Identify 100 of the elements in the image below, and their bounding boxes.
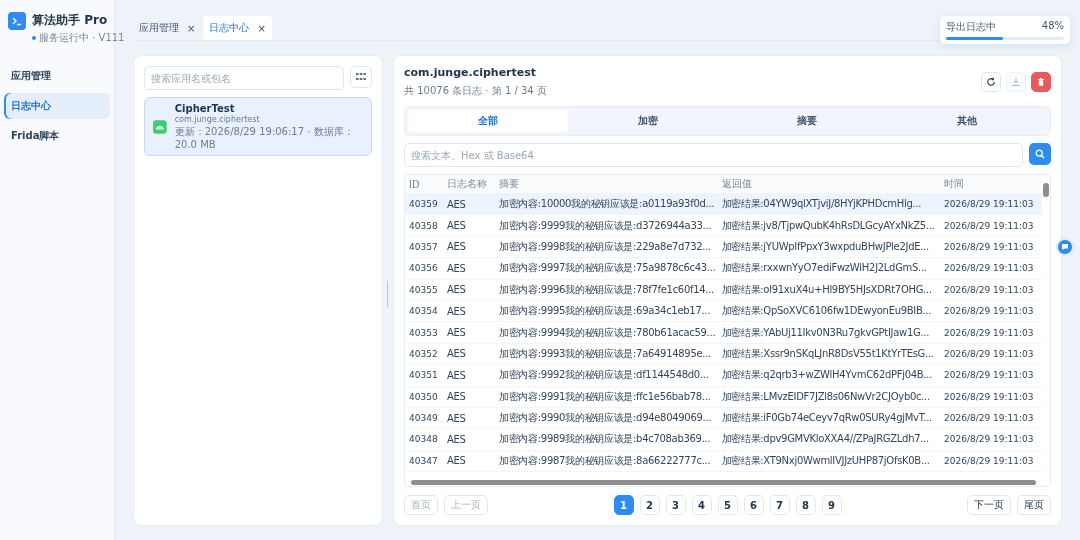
table-cell-text: 加密内容:10000我的秘钥应该是:a0119a93f0d... (498, 197, 716, 212)
column-header: 返回值 (720, 177, 753, 191)
table-cell-text: 加密内容:9995我的秘钥应该是:69a34c1eb17... (498, 304, 712, 319)
page-button[interactable]: 8 (795, 495, 816, 515)
table-row[interactable]: 40356 AES 加密内容:9997我的秘钥应该是:75a9878c6c43... 加密结果:rxxwnYyO7ediFwzWlH2J2LdGmS... 2026/8/29 19:11:03 (405, 258, 1042, 280)
table-cell-text: 40353 (408, 327, 439, 338)
table-cell-text: 加密内容:9999我的秘钥应该是:d3726944a33... (498, 218, 713, 233)
table-cell-text: 2026/8/29 19:11:03 (943, 284, 1035, 295)
app-item[interactable]: CipherTest com.junge.ciphertest 更新：2026/8/29 19:06:17 · 数据库：20.0 MB (144, 97, 372, 156)
package-title: com.junge.ciphertest (404, 66, 538, 79)
table-row[interactable]: 40348 AES 加密内容:9989我的秘钥应该是:b4c708ab369... 加密结果:dpv9GMVKloXXA4//ZPaJRGZLdh7... 2026/8/29 19:11:03 (405, 429, 1042, 451)
table-cell-text: AES (446, 455, 467, 467)
grid-view-icon[interactable] (350, 66, 372, 88)
table-cell-text: 加密内容:9997我的秘钥应该是:75a9878c6c43... (498, 261, 717, 276)
page-button[interactable]: 4 (691, 495, 712, 515)
package-name: com.junge.ciphertest (174, 115, 261, 124)
table-cell-text: AES (446, 412, 467, 424)
table-cell-text: AES (446, 369, 467, 381)
page-button[interactable]: 7 (769, 495, 790, 515)
tab[interactable]: 日志中心 × (203, 16, 272, 40)
page-button[interactable]: 2 (639, 495, 660, 515)
sidebar-item[interactable]: 日志中心 (4, 93, 110, 119)
table-cell-text: AES (446, 284, 467, 296)
table-cell-text: AES (446, 327, 467, 339)
table-cell-text: 加密内容:9996我的秘钥应该是:78f7fe1c60f14... (498, 282, 715, 297)
close-button[interactable]: × (257, 22, 266, 34)
table-cell-text: 加密结果:iF0Gb74eCeyv7qRw0SURy4gjMvT... (720, 411, 933, 426)
table-cell-text: 加密结果:dpv9GMVKloXXA4//ZPaJRGZLdh7... (720, 432, 930, 447)
table-cell-text: 加密结果:q2qrb3+wZWlH4YvmC62dPFj04B... (720, 368, 933, 383)
filter-tab[interactable]: 摘要 (727, 110, 888, 132)
table-cell-text: 加密内容:9989我的秘钥应该是:b4c708ab369... (498, 432, 712, 447)
table-cell-text: AES (446, 262, 467, 274)
table-cell-text: AES (446, 391, 467, 403)
table-row[interactable]: 40355 AES 加密内容:9996我的秘钥应该是:78f7fe1c60f14... 加密结果:ol91xuX4u+Hl9BY5HJsXDRt7OHG... 2026/8/29 19:11:03 (405, 279, 1042, 301)
table-cell-text: 加密结果:rxxwnYyO7ediFwzWlH2J2LdGmS... (720, 261, 928, 276)
page-button[interactable]: 6 (743, 495, 764, 515)
table-cell-text: 2026/8/29 19:11:03 (943, 370, 1035, 381)
filter-tab[interactable]: 其他 (887, 110, 1047, 132)
table-row[interactable]: 40347 AES 加密内容:9987我的秘钥应该是:8a66222777c... 加密结果:XT9Nxj0WwmlIVJJzUHP87jOfsK0B... 2026/8/29 19:11:03 (405, 450, 1042, 473)
table-row[interactable]: 40359 AES 加密内容:10000我的秘钥应该是:a0119a93f0d... 加密结果:04YW9qlXTjviJ/8HYjKPHDcmHlg... 2026/8/29 19:11:03 (405, 194, 1042, 216)
table-cell-text: 40352 (408, 348, 439, 359)
table-cell-text: 加密结果:YAbUj11Ikv0N3Ru7gkvGPtIJaw1G... (720, 325, 931, 340)
app-name: 算法助手 Pro (32, 12, 109, 29)
table-cell-text: 加密内容:9993我的秘钥应该是:7a64914895e... (498, 346, 712, 361)
table-cell-text: 40347 (408, 455, 439, 466)
table-cell-text: 2026/8/29 19:11:03 (943, 455, 1035, 466)
table-row[interactable]: 40357 AES 加密内容:9998我的秘钥应该是:229a8e7d732... 加密结果:jYUWpIfPpxY3wxpduBHwJPle2JdE... 2026/8/29 19:11:03 (405, 236, 1042, 259)
table-row[interactable]: 40349 AES 加密内容:9990我的秘钥应该是:d94e8049069... 加密结果:iF0Gb74eCeyv7qRw0SURy4gjMvT... 2026/8/29 19:11:03 (405, 407, 1042, 430)
filter-tab[interactable]: 加密 (567, 110, 728, 132)
app-title: CipherTest (174, 103, 235, 114)
table-cell-text: 40359 (408, 199, 439, 210)
page-button[interactable]: 3 (665, 495, 686, 515)
table-cell-text: 40348 (408, 434, 439, 445)
table-cell-text: 2026/8/29 19:11:03 (943, 348, 1035, 359)
table-cell-text: 40358 (408, 220, 439, 231)
delete-button[interactable] (1031, 72, 1051, 92)
table-cell-text: 加密内容:9994我的秘钥应该是:780b61acac59... (498, 325, 717, 340)
table-row[interactable]: 40352 AES 加密内容:9993我的秘钥应该是:7a64914895e... 加密结果:Xssr9nSKqLJnR8DsV55t1KtYrTEsG... 2026/8/29 19:11:03 (405, 343, 1042, 366)
chat-float-button[interactable] (1058, 240, 1072, 254)
tab[interactable]: 应用管理 × (133, 16, 202, 40)
app-search-field[interactable]: 搜索应用名或包名 (144, 66, 344, 90)
search-button[interactable] (1029, 143, 1051, 165)
service-status: 服务运行中 · V111 (39, 31, 125, 45)
page-button[interactable]: 5 (717, 495, 738, 515)
table-cell-text: AES (446, 305, 467, 317)
log-summary: 共 10076 条日志 · 第 1 / 34 页 (404, 84, 547, 98)
last-page-button[interactable]: 尾页 (1017, 495, 1051, 515)
table-row[interactable]: 40351 AES 加密内容:9992我的秘钥应该是:df1144548d0... 加密结果:q2qrb3+wZWlH4YvmC62dPFj04B... 2026/8/29 19:11:03 (405, 365, 1042, 387)
table-cell-text: 40355 (408, 284, 439, 295)
table-row[interactable]: 40354 AES 加密内容:9995我的秘钥应该是:69a34c1eb17... 加密结果:QpSoXVC6106fw1DEwyonEu9BIB... 2026/8/29 19:11:03 (405, 300, 1042, 323)
table-cell-text: 40350 (408, 391, 439, 402)
close-button[interactable]: × (187, 22, 196, 34)
android-icon (153, 118, 167, 135)
refresh-icon (986, 77, 996, 87)
table-cell-text: AES (446, 220, 467, 232)
table-cell-text: 2026/8/29 19:11:03 (943, 327, 1035, 338)
table-cell-text: AES (446, 434, 467, 445)
table-cell-text: 2026/8/29 19:11:03 (943, 241, 1035, 252)
table-cell-text: 40351 (408, 370, 439, 381)
next-page-button[interactable]: 下一页 (967, 495, 1011, 515)
column-header: 时间 (943, 177, 965, 191)
sidebar-item[interactable]: Frida脚本 (4, 123, 110, 149)
refresh-button[interactable] (981, 72, 1001, 92)
table-cell-text: 加密结果:jYUWpIfPpxY3wxpduBHwJPle2JdE... (720, 239, 930, 254)
export-percent: 48% (1041, 20, 1064, 33)
table-cell-text: 2026/8/29 19:11:03 (943, 263, 1035, 274)
log-search-field[interactable]: 搜索文本、Hex 或 Base64 (404, 143, 1023, 167)
table-row[interactable]: 40350 AES 加密内容:9991我的秘钥应该是:ffc1e56bab78... 加密结果:LMvzEIDF7JZl8s06NwVr2CJOyb0c... 2026/8/29 19:11:03 (405, 386, 1042, 408)
table-row[interactable]: 40353 AES 加密内容:9994我的秘钥应该是:780b61acac59... 加密结果:YAbUj11Ikv0N3Ru7gkvGPtIJaw1G... 2026/8/29 19:11:03 (405, 322, 1042, 344)
table-row[interactable]: 40358 AES 加密内容:9999我的秘钥应该是:d3726944a33... 加密结果:jv8/TjpwQubK4hRsDLGcyAYxNkZ5... 2026/8/29 19:11:03 (405, 215, 1042, 237)
filter-tab[interactable]: 全部 (408, 110, 568, 132)
table-cell-text: 加密结果:QpSoXVC6106fw1DEwyonEu9BIB... (720, 304, 933, 319)
table-cell-text: AES (446, 241, 467, 253)
table-cell-text: 2026/8/29 19:11:03 (943, 199, 1035, 210)
table-cell-text: 2026/8/29 19:11:03 (943, 306, 1035, 317)
table-cell-text: 2026/8/29 19:11:03 (943, 220, 1035, 231)
page-button[interactable]: 9 (821, 495, 842, 515)
sidebar-item[interactable]: 应用管理 (4, 63, 110, 89)
table-cell-text: 40357 (408, 241, 439, 252)
table-cell-text: 加密内容:9992我的秘钥应该是:df1144548d0... (498, 368, 710, 383)
